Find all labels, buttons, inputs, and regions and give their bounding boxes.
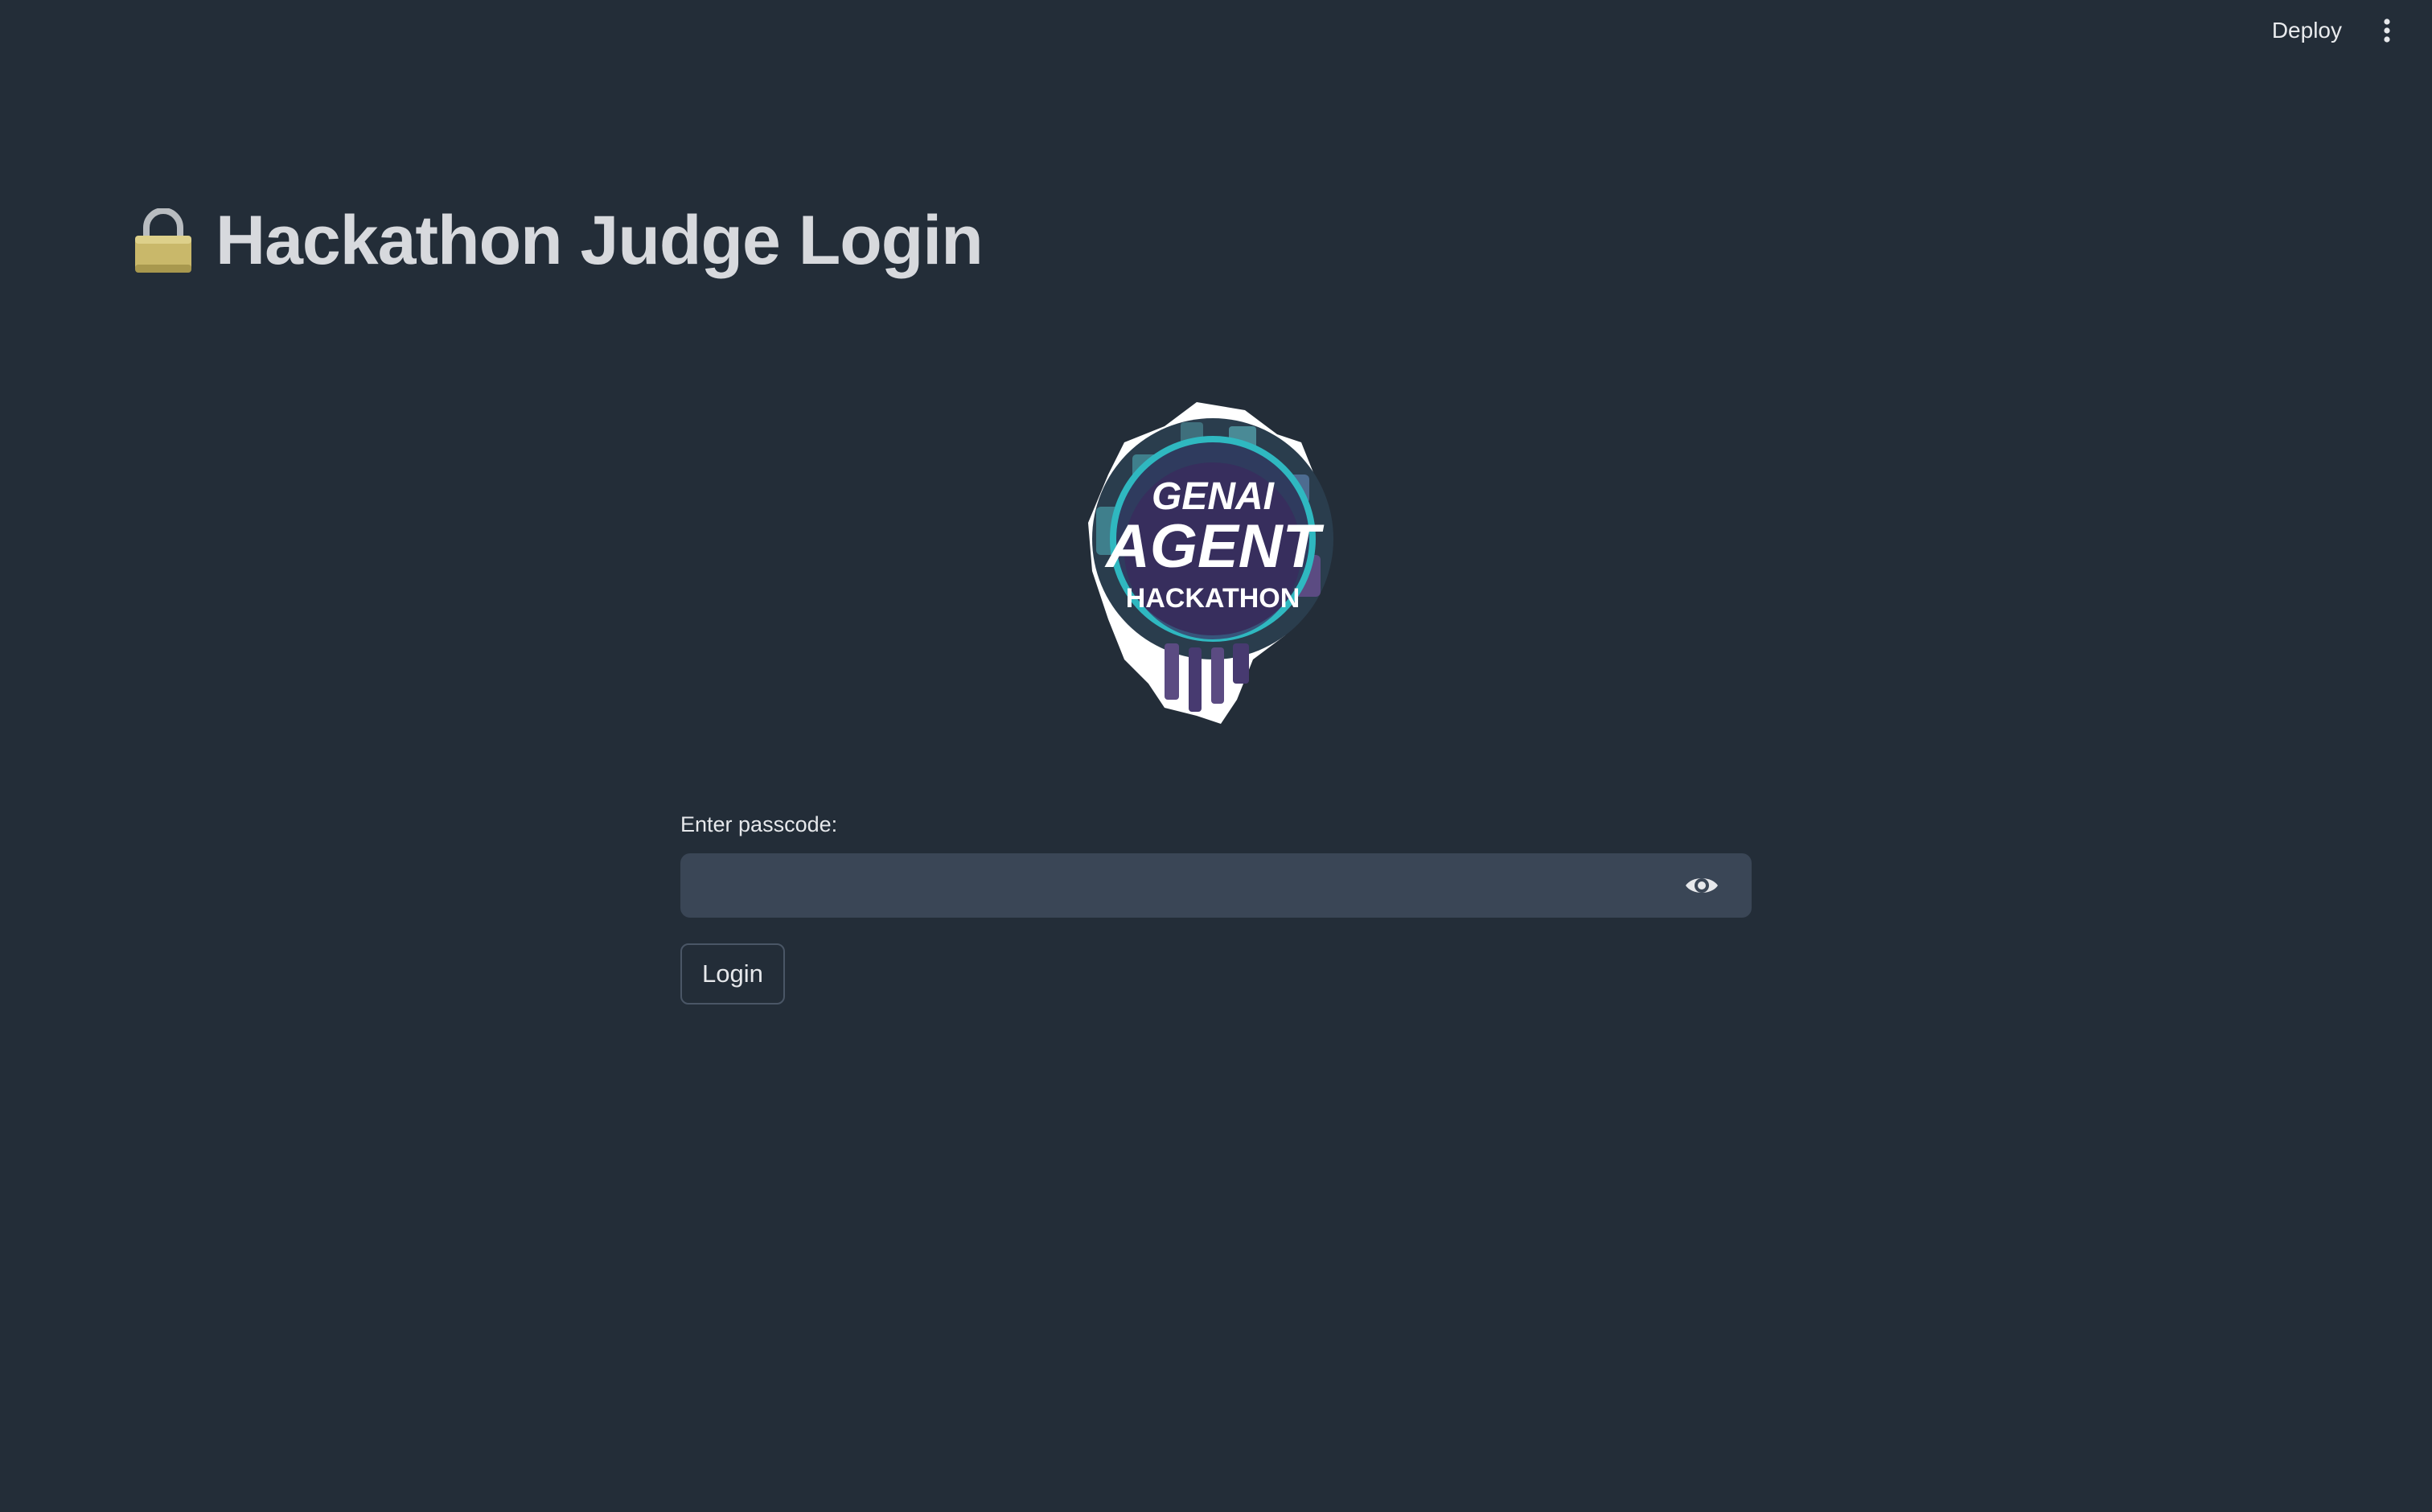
- app-header: Deploy: [0, 0, 2432, 64]
- passcode-input[interactable]: [680, 853, 1645, 918]
- title-row: Hackathon Judge Login: [132, 201, 984, 281]
- vertical-ellipsis-icon: [2384, 18, 2390, 43]
- login-button[interactable]: Login: [680, 943, 785, 1005]
- logo-text-hackathon: HACKATHON: [1126, 583, 1300, 614]
- toggle-visibility-button[interactable]: [1684, 869, 1719, 902]
- hackathon-logo: GENAI AGENT HACKATHON: [1060, 378, 1366, 732]
- main-menu-button[interactable]: [2371, 14, 2403, 47]
- passcode-field-container: [680, 853, 1752, 918]
- logo-text-agent: AGENT: [1104, 512, 1325, 581]
- passcode-label: Enter passcode:: [680, 812, 838, 836]
- login-form: Enter passcode: Login: [680, 812, 1752, 1005]
- deploy-button[interactable]: Deploy: [2262, 14, 2352, 47]
- lock-icon: [135, 207, 191, 273]
- eye-icon: [1686, 878, 1718, 893]
- page-title: Hackathon Judge Login: [216, 202, 984, 279]
